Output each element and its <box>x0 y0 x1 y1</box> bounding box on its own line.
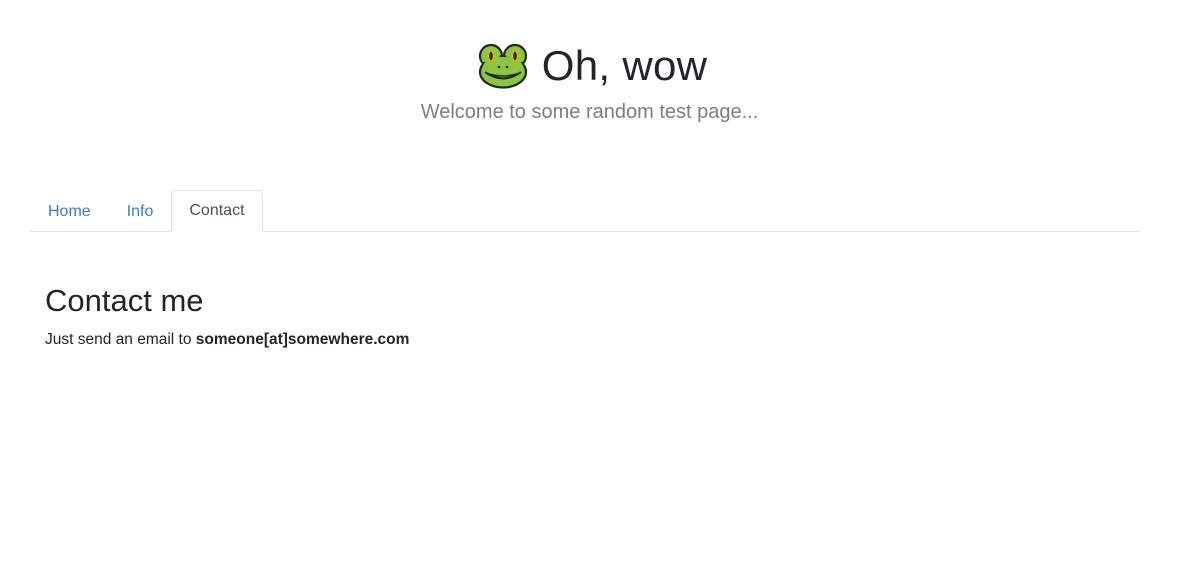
tab-home[interactable]: Home <box>30 191 109 232</box>
contact-text: Just send an email to someone[at]somewhe… <box>45 330 1045 350</box>
frog-face-icon <box>478 43 528 89</box>
title-row: Oh, wow <box>0 38 1179 94</box>
nav-tabs: Home Info Contact <box>30 190 1140 232</box>
section-heading: Contact me <box>45 283 204 318</box>
page-subtitle: Welcome to some random test page... <box>420 101 759 123</box>
main-content: Contact me Just send an email to someone… <box>45 282 1045 350</box>
contact-text-prefix: Just send an email to <box>45 331 196 348</box>
page-title: Oh, wow <box>541 42 708 89</box>
contact-email: someone[at]somewhere.com <box>195 331 410 348</box>
tab-contact[interactable]: Contact <box>171 190 263 232</box>
tab-info[interactable]: Info <box>109 191 172 232</box>
